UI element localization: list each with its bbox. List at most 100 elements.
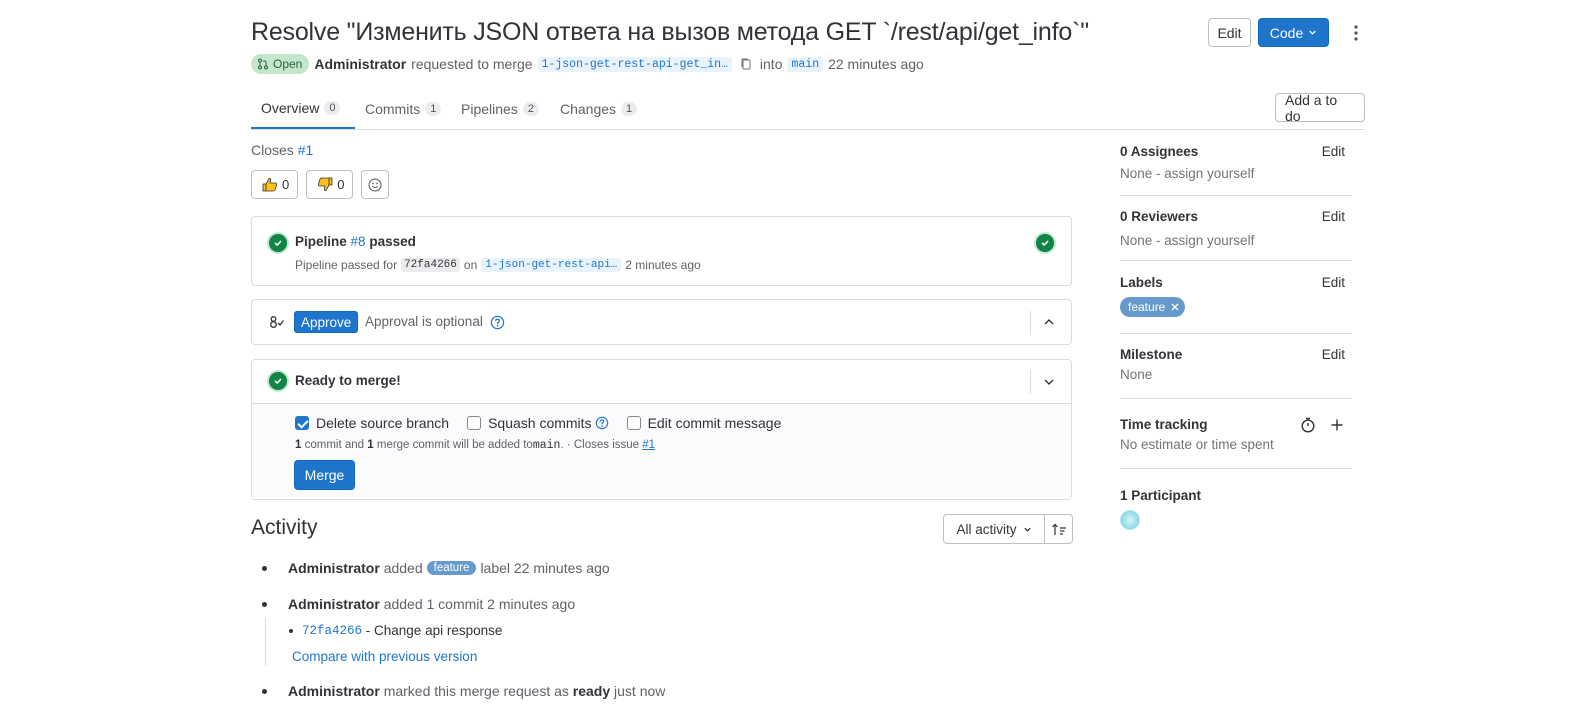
pipeline-commit[interactable]: 72fa4266 [401, 258, 460, 272]
approve-button[interactable]: Approve [294, 311, 359, 333]
squash-checkbox[interactable] [467, 416, 482, 430]
activity-author[interactable]: Administrator [288, 683, 380, 699]
tab-label: Changes [560, 100, 617, 117]
avatar[interactable] [1120, 510, 1140, 530]
tab-changes[interactable]: Changes 1 [550, 88, 647, 129]
pipeline-widget: Pipeline #8 passed Pipeline passed for 7… [251, 216, 1072, 286]
copy-icon[interactable] [739, 57, 753, 71]
closes-text: Closes [251, 142, 294, 158]
activity-author[interactable]: Administrator [288, 596, 380, 612]
compare-versions-link[interactable]: Compare with previous version [292, 649, 477, 664]
activity-text: added [383, 560, 423, 576]
pipeline-status-icon[interactable] [269, 234, 287, 252]
tab-label: Pipelines [461, 100, 518, 117]
sidebar-labels: Labels Edit feature [1120, 275, 1352, 317]
help-icon[interactable] [490, 315, 505, 330]
add-reaction-button[interactable] [361, 170, 390, 199]
thumbs-down-icon [318, 177, 333, 191]
sidebar-time-tracking: Time tracking No estimate or time spent [1120, 417, 1352, 452]
chevron-down-icon[interactable] [1043, 377, 1055, 387]
chevron-down-icon [1309, 30, 1316, 35]
reviewers-edit-button[interactable]: Edit [1322, 209, 1345, 224]
activity-filter-dropdown[interactable]: All activity [943, 514, 1045, 544]
commit-list-item: 72fa4266 - Change api response [289, 623, 502, 638]
code-button-label: Code [1269, 24, 1304, 41]
pipeline-link[interactable]: #8 [351, 234, 366, 249]
squash-commits-option[interactable]: Squash commits [467, 415, 608, 431]
time-tracking-value: No estimate or time spent [1120, 437, 1274, 452]
time-tracking-title: Time tracking [1120, 417, 1208, 432]
tab-commits[interactable]: Commits 1 [355, 88, 451, 129]
timeline-dot [262, 688, 267, 694]
merge-request-tabs: Overview 0 Commits 1 Pipelines 2 Changes… [251, 88, 1365, 130]
tab-pipelines[interactable]: Pipelines 2 [451, 88, 549, 129]
requested-text: requested to merge [411, 56, 533, 72]
summary-text: . · Closes issue [560, 439, 640, 451]
sidebar-divider [1120, 468, 1352, 469]
header-actions: Edit Code [1208, 18, 1368, 47]
summary-text: merge commit will be added to [376, 439, 533, 451]
plus-icon[interactable] [1330, 418, 1344, 432]
sidebar-reviewers: 0 Reviewers Edit None - assign yourself [1120, 209, 1352, 248]
sidebar-divider [1120, 333, 1352, 334]
tab-label: Commits [365, 100, 421, 117]
tab-overview[interactable]: Overview 0 [251, 88, 355, 129]
edit-message-checkbox[interactable] [626, 416, 641, 430]
status-label: Open [273, 57, 303, 71]
edit-button[interactable]: Edit [1208, 18, 1251, 47]
merge-options: Delete source branch Squash commits Edit… [295, 415, 781, 431]
add-todo-button[interactable]: Add a to do [1275, 92, 1365, 124]
pipeline-on-text: on [463, 258, 478, 272]
sidebar-assignees: 0 Assignees Edit None - assign yourself [1120, 144, 1352, 181]
milestone-title: Milestone [1120, 347, 1183, 362]
source-branch[interactable]: 1-json-get-rest-api-get_in… [537, 56, 732, 72]
author-link[interactable]: Administrator [314, 56, 406, 72]
divider [1030, 370, 1031, 394]
activity-label-chip[interactable]: feature [426, 561, 477, 575]
more-actions-icon[interactable] [1344, 18, 1368, 47]
closes-issue-link[interactable]: #1 [298, 142, 314, 158]
merge-options-panel: Delete source branch Squash commits Edit… [252, 403, 1071, 499]
activity-author[interactable]: Administrator [288, 560, 380, 576]
thumbs-up-button[interactable]: 0 [251, 170, 299, 199]
merge-button[interactable]: Merge [294, 460, 355, 490]
tab-count: 1 [425, 101, 442, 116]
delete-source-branch-option[interactable]: Delete source branch [295, 415, 449, 431]
thumbs-up-icon [262, 178, 278, 192]
tab-count: 1 [621, 101, 638, 116]
bullet [289, 628, 293, 633]
delete-source-checkbox[interactable] [295, 416, 309, 430]
activity-text: label 22 minutes ago [480, 560, 610, 576]
summary-text: commit and [304, 439, 365, 451]
target-branch[interactable]: main [787, 56, 824, 72]
stopwatch-icon[interactable] [1300, 417, 1316, 433]
assignees-value[interactable]: None - assign yourself [1120, 166, 1352, 181]
into-text: into [759, 56, 783, 72]
merge-widget: Ready to merge! Delete source branch Squ… [251, 359, 1072, 500]
commit-sha-link[interactable]: 72fa4266 [302, 624, 362, 638]
label-pill[interactable]: feature [1120, 297, 1186, 317]
sidebar-participants: 1 Participant [1120, 488, 1352, 530]
code-dropdown-button[interactable]: Code [1258, 18, 1329, 47]
chevron-up-icon[interactable] [1043, 317, 1055, 327]
pipeline-stage-icon[interactable] [1036, 234, 1054, 252]
sort-direction-button[interactable] [1045, 514, 1073, 544]
issue-link[interactable]: #1 [642, 439, 655, 451]
thumbs-down-button[interactable]: 0 [306, 170, 354, 199]
ready-to-merge-title: Ready to merge! [295, 373, 401, 388]
timeline-line [265, 618, 266, 666]
activity-item: Administrator added 1 commit 2 minutes a… [262, 596, 575, 612]
smiley-icon [368, 178, 382, 191]
close-icon[interactable] [1171, 303, 1179, 311]
labels-edit-button[interactable]: Edit [1322, 275, 1345, 290]
help-icon[interactable] [595, 416, 609, 430]
edit-commit-message-option[interactable]: Edit commit message [626, 415, 781, 431]
participants-title: 1 Participant [1120, 488, 1202, 503]
milestone-edit-button[interactable]: Edit [1322, 347, 1345, 362]
approval-widget: Approve Approval is optional [251, 299, 1072, 345]
activity-filter-label: All activity [956, 521, 1017, 537]
assignees-edit-button[interactable]: Edit [1322, 144, 1345, 159]
pipeline-branch[interactable]: 1-json-get-rest-api… [481, 258, 622, 272]
reviewers-value[interactable]: None - assign yourself [1120, 233, 1352, 248]
created-time: 22 minutes ago [828, 56, 924, 72]
